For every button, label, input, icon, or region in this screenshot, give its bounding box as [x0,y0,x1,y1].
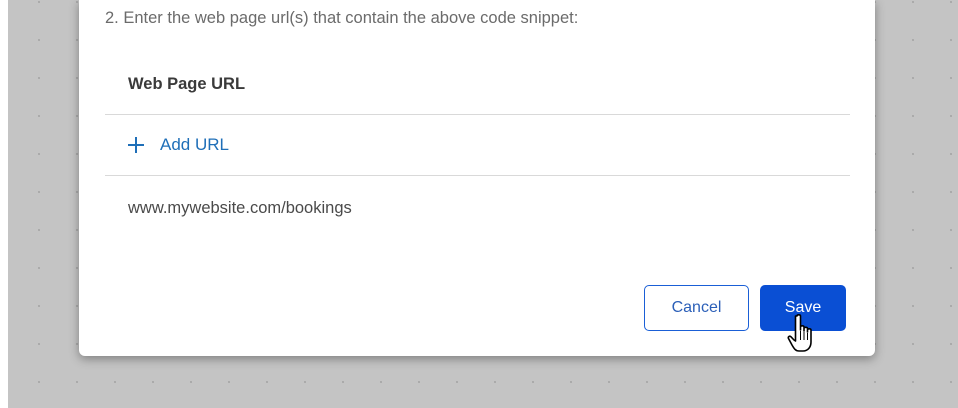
url-list-item[interactable]: www.mywebsite.com/bookings [128,199,352,218]
divider [105,114,850,115]
plus-icon [128,137,144,153]
add-url-label: Add URL [160,135,229,154]
divider [105,175,850,176]
save-button[interactable]: Save [760,285,846,331]
add-url-button[interactable]: Add URL [128,131,229,159]
column-header-web-page-url: Web Page URL [128,75,246,93]
web-page-url-dialog: 2. Enter the web page url(s) that contai… [79,0,875,356]
instruction-text: 2. Enter the web page url(s) that contai… [105,9,579,27]
cancel-button[interactable]: Cancel [644,285,749,331]
